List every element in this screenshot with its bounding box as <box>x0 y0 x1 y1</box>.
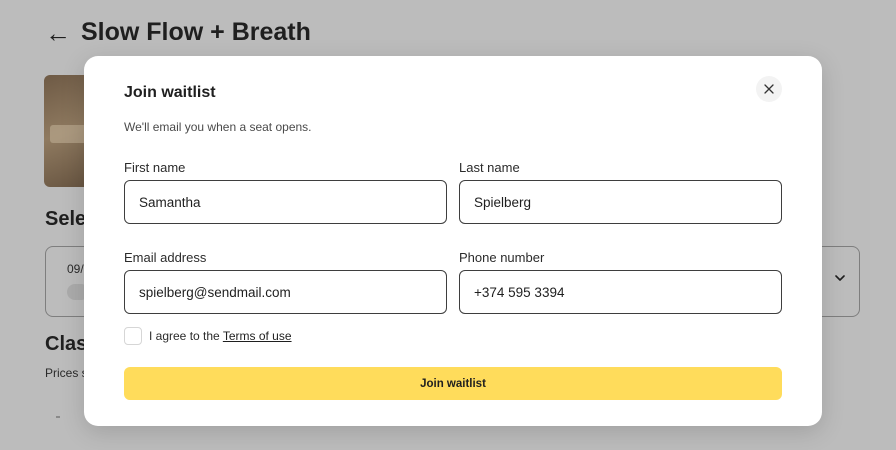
first-name-label: First name <box>124 160 186 175</box>
first-name-input[interactable] <box>124 180 447 224</box>
page-header: ← Slow Flow + Breath <box>45 18 311 47</box>
join-waitlist-modal: Join waitlist We'll email you when a sea… <box>84 56 822 426</box>
email-label: Email address <box>124 250 207 265</box>
modal-subtitle: We'll email you when a seat opens. <box>124 120 312 134</box>
terms-checkbox[interactable] <box>124 327 142 345</box>
session-date: 09/ <box>67 262 84 276</box>
terms-of-use-link[interactable]: Terms of use <box>223 329 292 343</box>
page-title: Slow Flow + Breath <box>81 18 311 46</box>
phone-label: Phone number <box>459 250 545 265</box>
phone-input[interactable] <box>459 270 782 314</box>
chevron-down-icon <box>835 275 845 281</box>
last-name-label: Last name <box>459 160 520 175</box>
prices-note: Prices s <box>45 366 88 380</box>
terms-label: I agree to the Terms of use <box>149 329 292 343</box>
modal-title: Join waitlist <box>124 84 216 101</box>
join-waitlist-button[interactable]: Join waitlist <box>124 367 782 400</box>
class-section-title: Clas <box>45 333 88 355</box>
email-input[interactable] <box>124 270 447 314</box>
divider <box>56 416 60 418</box>
close-button[interactable] <box>756 76 782 102</box>
last-name-input[interactable] <box>459 180 782 224</box>
terms-row: I agree to the Terms of use <box>124 327 292 345</box>
select-session-title: Sele <box>45 208 87 230</box>
back-arrow-icon[interactable]: ← <box>45 20 71 46</box>
terms-prefix: I agree to the <box>149 329 223 343</box>
close-icon <box>764 84 774 94</box>
